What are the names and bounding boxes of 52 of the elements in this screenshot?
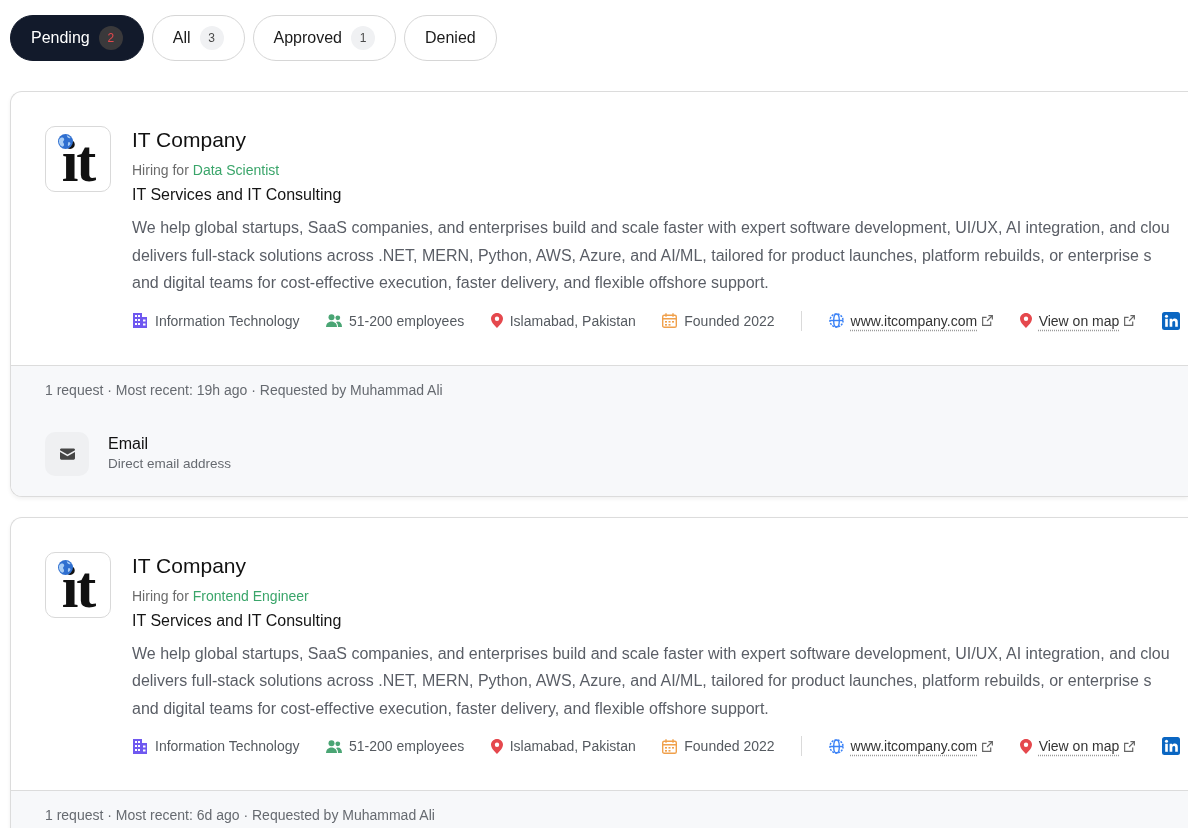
tab-count: 2 [98, 26, 123, 50]
filter-tab[interactable]: Denied [404, 15, 497, 61]
company-sector: Information Technology [155, 738, 300, 754]
filter-tab[interactable]: Pending 2 [10, 15, 144, 61]
employee-count: 51-200 employees [349, 312, 465, 329]
company-industry: IT Services and IT Consulting [132, 610, 343, 631]
company-industry: IT Services and IT Consulting [132, 185, 343, 205]
building-icon [132, 313, 148, 328]
website-link[interactable]: www.itcompany.com [850, 738, 994, 754]
map-pin-icon [490, 313, 503, 328]
contact-detail: Direct email address [108, 454, 232, 473]
company-description: We help global startups, SaaS companies, and enterprises build and scale faster with expert software development, UI/UX, AI integration, and clou delivers full-stack solutions across .NET, MERN, Python, AWS, Azure, and AI/ML, tailored for product launches, platform rebuilds, or enterprise s and digital teams for cost-effective execution, faster delivery, and flexible offshore support. [132, 643, 1171, 719]
calendar-icon [662, 738, 678, 754]
job-role: Frontend Engineer [192, 586, 309, 606]
map-link[interactable]: View on map [1038, 738, 1136, 754]
calendar-icon [662, 313, 678, 328]
founded-year: Founded 2022 [684, 312, 775, 329]
contact-label: Email [108, 433, 149, 454]
email-icon [45, 431, 89, 476]
job-role: Data Scientist [192, 161, 280, 180]
tab-count: 1 [351, 26, 375, 50]
request-summary: 1 request · Most recent: 19h ago · Requested by Muhammad Ali [45, 380, 444, 399]
map-pin-icon [1019, 313, 1032, 328]
external-link-icon [1124, 740, 1136, 752]
filter-tab[interactable]: All 3 [151, 15, 245, 61]
external-link-icon [982, 740, 994, 752]
linkedin-icon[interactable] [1161, 737, 1180, 755]
employee-count: 51-200 employees [349, 738, 465, 754]
globe-icon [828, 738, 844, 754]
founded-year: Founded 2022 [684, 738, 775, 754]
external-link-icon [982, 315, 994, 326]
map-link[interactable]: View on map [1038, 312, 1136, 329]
company-location: Islamabad, Pakistan [509, 738, 636, 754]
company-sector: Information Technology [155, 312, 300, 329]
request-summary: 1 request · Most recent: 6d ago · Requested by Muhammad Ali [45, 806, 436, 824]
hiring-label: Hiring for [132, 586, 189, 606]
map-pin-icon [1019, 738, 1032, 754]
website-link[interactable]: www.itcompany.com [850, 312, 994, 329]
company-location: Islamabad, Pakistan [509, 312, 636, 329]
company-name: IT Company [132, 127, 247, 153]
external-link-icon [1124, 315, 1136, 326]
globe-icon [828, 313, 844, 328]
people-icon [326, 739, 342, 753]
filter-tab[interactable]: Approved 1 [252, 15, 396, 61]
linkedin-icon[interactable] [1161, 311, 1180, 330]
hiring-label: Hiring for [132, 161, 189, 180]
tab-count: 3 [199, 26, 224, 50]
company-name: IT Company [132, 552, 247, 579]
people-icon [326, 314, 342, 327]
company-description: We help global startups, SaaS companies, and enterprises build and scale faster with expert software development, UI/UX, AI integration, and clou delivers full-stack solutions across .NET, MERN, Python, AWS, Azure, and AI/ML, tailored for product launches, platform rebuilds, or enterprise s and digital teams for cost-effective execution, faster delivery, and flexible offshore support. [132, 218, 1171, 293]
map-pin-icon [490, 738, 503, 754]
building-icon [132, 738, 148, 754]
